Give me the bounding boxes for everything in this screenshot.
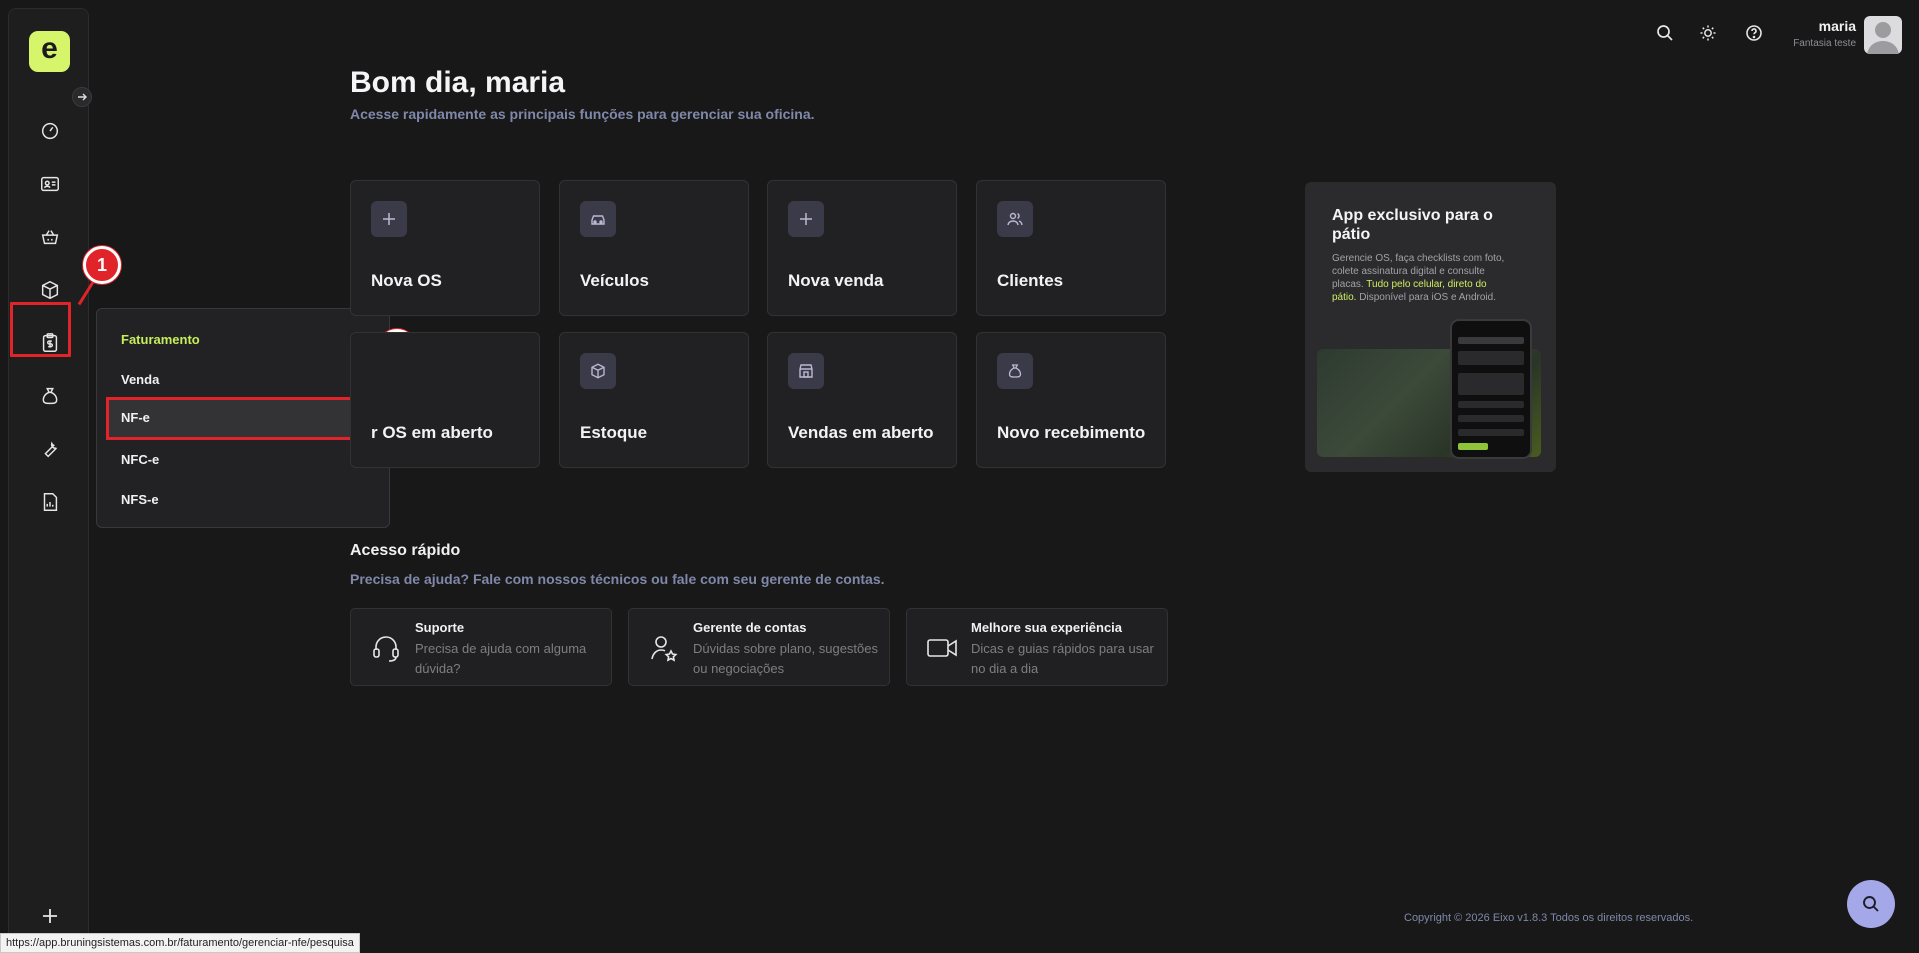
sidebar-item-dashboard[interactable] [36,117,64,145]
card-label: r OS em aberto [371,423,493,442]
plus-icon [371,201,407,237]
promo-desc-suffix: Disponível para iOS e Android. [1356,292,1496,303]
card-nova-venda[interactable]: Nova venda [767,180,957,316]
app-promo-card[interactable]: App exclusivo para o pátio Gerencie OS, … [1305,182,1556,472]
user-avatar-icon [1867,22,1899,54]
card-label: Estoque [580,423,648,442]
car-icon [580,201,616,237]
card-veiculos[interactable]: Veículos [559,180,749,316]
promo-title: App exclusivo para o pátio [1332,207,1493,243]
quick-access-subtitle: Precisa de ajuda? Fale com nossos técnic… [350,571,885,587]
sidebar-item-finance[interactable] [36,382,64,410]
submenu-item-nfce[interactable]: NFC-e [121,452,159,467]
help-icon [1746,25,1762,41]
user-name: maria [1818,18,1856,34]
sidebar-item-clients[interactable] [36,170,64,198]
quick-access-name: Melhore sua experiência [971,620,1123,635]
user-company: Fantasia teste [1793,38,1856,49]
sun-icon [1700,25,1716,41]
box-icon [580,353,616,389]
help-button[interactable] [1743,22,1765,44]
wrench-icon [44,441,57,458]
box-icon [41,280,59,300]
submenu-item-venda[interactable]: Venda [121,372,159,387]
plus-icon [43,909,57,923]
quick-access-desc: Precisa de ajuda com alguma dúvida? [415,641,587,676]
users-icon [997,201,1033,237]
moneybag-icon [997,353,1033,389]
headset-icon [369,631,403,665]
quick-access-title: Acesso rápido [350,542,461,559]
quick-access-experience[interactable]: Melhore sua experiência Dicas e guias rá… [906,608,1168,686]
card-clientes[interactable]: Clientes [976,180,1166,316]
theme-toggle-button[interactable] [1697,22,1719,44]
card-label: Novo recebimento [997,423,1146,442]
phone-mockup [1450,319,1532,459]
user-star-icon [647,631,681,665]
floating-search-button[interactable] [1847,880,1895,928]
sidebar: e [8,8,92,942]
sidebar-item-services[interactable] [36,435,64,463]
card-label: Clientes [997,271,1064,290]
browser-status-url: https://app.bruningsistemas.com.br/fatur… [0,933,360,953]
sidebar-item-reports[interactable] [36,488,64,516]
search-button[interactable] [1654,22,1676,44]
submenu-item-nfe[interactable]: NF-e [106,397,380,440]
quick-access-support[interactable]: Suporte Precisa de ajuda com alguma dúvi… [350,608,612,686]
report-icon [43,493,58,511]
quick-access-desc: Dicas e guias rápidos para usar no dia a… [971,641,1154,676]
submenu-item-nfe-label: NF-e [121,410,150,425]
video-icon [925,631,959,665]
quick-access-name: Suporte [415,620,465,635]
active-nav-highlight [10,302,71,357]
store-icon [788,353,824,389]
dashboard-icon [41,122,59,140]
sidebar-item-sales[interactable] [36,223,64,251]
expand-sidebar-button[interactable] [72,87,92,107]
card-estoque[interactable]: Estoque [559,332,749,468]
quick-access-desc: Dúvidas sobre plano, sugestões ou negoci… [693,641,879,676]
basket-icon [41,230,59,245]
card-label: Vendas em aberto [788,423,934,442]
sidebar-item-stock[interactable] [36,276,64,304]
search-icon [1657,25,1673,41]
card-nova-os[interactable]: Nova OS [350,180,540,316]
card-label: Veículos [580,271,649,290]
search-icon [1863,896,1879,912]
page-subtitle: Acesse rapidamente as principais funções… [350,106,815,122]
moneybag-icon [42,387,58,405]
quick-access-name: Gerente de contas [693,620,807,635]
promo-description: Gerencie OS, faça checklists com foto, c… [1332,252,1512,304]
callout-1: 1 [83,246,121,284]
submenu-header: Faturamento [121,332,200,347]
card-label: Nova OS [371,271,442,290]
footer-copyright: Copyright © 2026 Eixo v1.8.3 Todos os di… [1404,912,1694,924]
submenu-item-nfse[interactable]: NFS-e [121,492,159,507]
app-logo[interactable]: e [29,31,70,72]
card-novo-recebimento[interactable]: Novo recebimento [976,332,1166,468]
card-os-em-aberto[interactable]: r OS em aberto [350,332,540,468]
page-title: Bom dia, maria [350,66,566,99]
arrow-right-icon [78,93,87,101]
add-button[interactable] [37,903,63,929]
avatar[interactable] [1864,16,1902,54]
plus-icon [788,201,824,237]
logo-letter: e [41,31,58,65]
card-label: Nova venda [788,271,884,290]
card-vendas-em-aberto[interactable]: Vendas em aberto [767,332,957,468]
contact-card-icon [41,176,59,192]
quick-access-account-manager[interactable]: Gerente de contas Dúvidas sobre plano, s… [628,608,890,686]
